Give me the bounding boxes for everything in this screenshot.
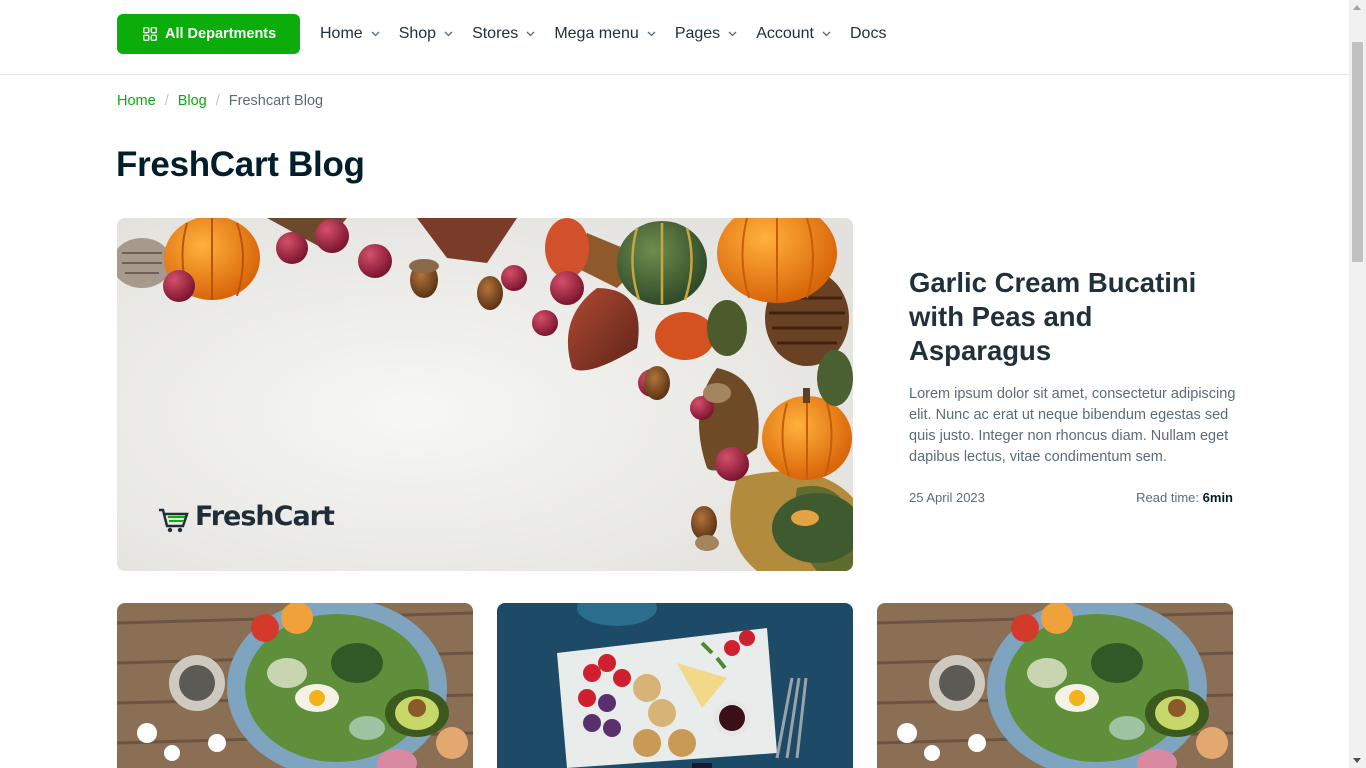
salad-bowl-photo xyxy=(117,603,473,768)
nav-item-label: Stores xyxy=(472,25,519,42)
chevron-down-icon xyxy=(647,31,656,37)
post-date: 25 April 2023 xyxy=(909,490,985,505)
breadcrumb-blog-link[interactable]: Blog xyxy=(178,93,207,109)
grid-icon xyxy=(143,27,157,41)
nav-item-label: Shop xyxy=(398,25,437,42)
nav-item-label: Account xyxy=(756,25,814,42)
nav-item-label: Docs xyxy=(850,25,887,42)
top-navbar: All Departments Home Shop Stores Mega me… xyxy=(0,0,1349,75)
nav-item-stores[interactable]: Stores xyxy=(472,25,535,43)
nav-item-pages[interactable]: Pages xyxy=(675,25,737,43)
main-menu: Home Shop Stores Mega menu Pages Account… xyxy=(320,22,905,46)
scroll-up-arrow-icon[interactable] xyxy=(1353,5,1361,10)
chevron-down-icon xyxy=(728,31,737,37)
breadcrumb-separator: / xyxy=(164,93,169,109)
nav-item-account[interactable]: Account xyxy=(756,25,831,43)
page-title: FreshCart Blog xyxy=(116,145,365,184)
breadcrumb: Home / Blog / Freshcart Blog xyxy=(117,93,323,109)
nav-item-docs[interactable]: Docs xyxy=(850,25,886,43)
nav-item-mega-menu[interactable]: Mega menu xyxy=(554,25,656,43)
nav-item-label: Pages xyxy=(674,25,721,42)
breadcrumb-current: Freshcart Blog xyxy=(228,93,324,109)
nav-item-home[interactable]: Home xyxy=(320,25,380,43)
featured-post-summary: Garlic Cream Bucatini with Peas and Aspa… xyxy=(909,266,1239,505)
freshcart-logo-text: FreshCart xyxy=(195,501,335,532)
charcuterie-board-photo xyxy=(497,603,853,768)
chevron-down-icon xyxy=(444,31,453,37)
all-departments-button[interactable]: All Departments xyxy=(117,14,300,54)
read-time-label: Read time: xyxy=(1136,490,1200,505)
salad-bowl-photo xyxy=(877,603,1233,768)
breadcrumb-separator: / xyxy=(215,93,220,109)
nav-item-label: Mega menu xyxy=(554,25,639,42)
featured-post-description: Lorem ipsum dolor sit amet, consectetur … xyxy=(909,386,1236,465)
breadcrumb-home-link[interactable]: Home xyxy=(117,93,156,109)
page-scrollbar[interactable] xyxy=(1349,0,1366,768)
post-card-image[interactable] xyxy=(497,603,853,768)
featured-post-title[interactable]: Garlic Cream Bucatini with Peas and Aspa… xyxy=(909,266,1239,368)
featured-post-meta: 25 April 2023 Read time: 6min xyxy=(909,490,1233,505)
chevron-down-icon xyxy=(526,31,535,37)
read-time-value: 6min xyxy=(1202,490,1233,505)
chevron-down-icon xyxy=(822,31,831,37)
read-time: Read time: 6min xyxy=(1136,490,1233,505)
nav-item-shop[interactable]: Shop xyxy=(399,25,453,43)
scrollbar-thumb[interactable] xyxy=(1352,42,1363,262)
all-departments-label: All Departments xyxy=(165,26,277,42)
post-card-image[interactable] xyxy=(117,603,473,768)
chevron-down-icon xyxy=(371,31,380,37)
featured-post-image[interactable]: FreshCart xyxy=(117,218,853,571)
scroll-down-arrow-icon[interactable] xyxy=(1353,758,1361,763)
nav-item-label: Home xyxy=(320,25,363,42)
post-card-image[interactable] xyxy=(877,603,1233,768)
